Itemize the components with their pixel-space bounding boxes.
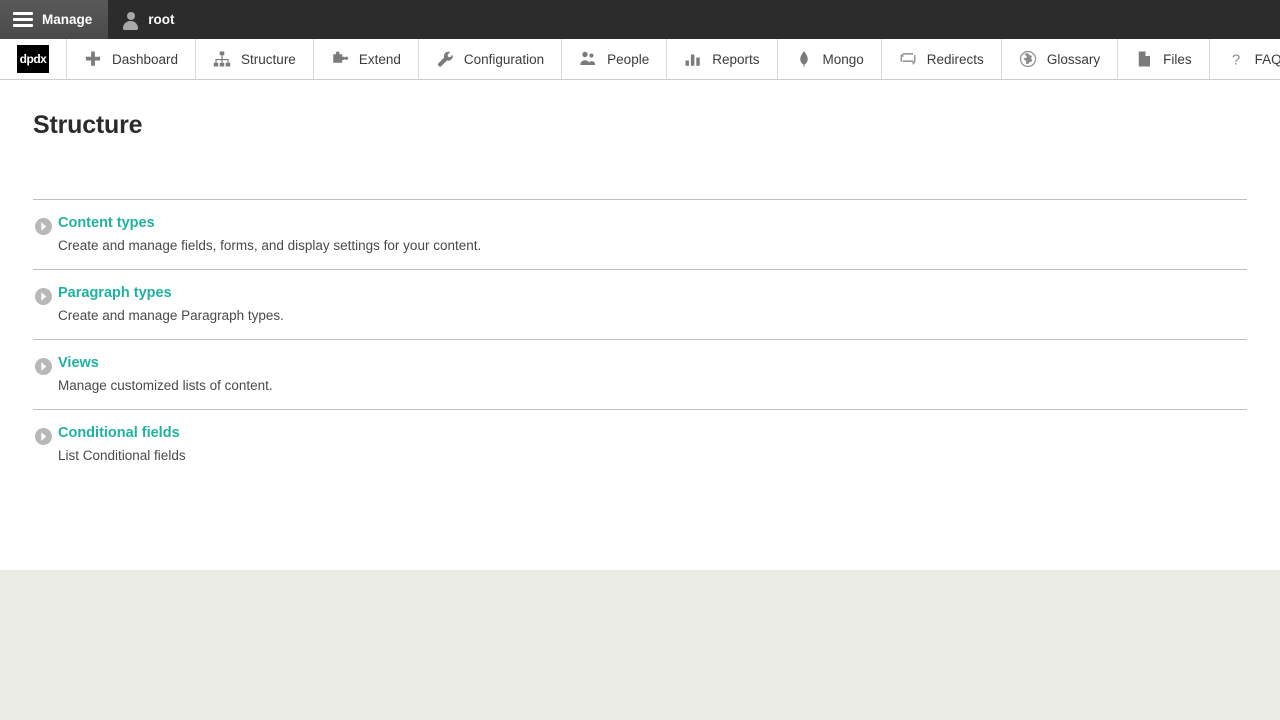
svg-text:?: ? bbox=[1231, 51, 1239, 68]
page-title: Structure bbox=[33, 111, 143, 139]
user-icon bbox=[122, 11, 139, 30]
description-views: Manage customized lists of content. bbox=[58, 378, 273, 393]
menu-label-people: People bbox=[607, 51, 650, 67]
menu-item-structure[interactable]: Structure bbox=[196, 39, 314, 79]
list-item: Content types Create and manage fields, … bbox=[33, 200, 1247, 270]
menu-item-extend[interactable]: Extend bbox=[314, 39, 419, 79]
link-views[interactable]: Views bbox=[58, 354, 99, 372]
menu-item-glossary[interactable]: Glossary bbox=[1002, 39, 1119, 79]
logo-text: dpdx bbox=[17, 45, 49, 73]
menu-label-configuration: Configuration bbox=[463, 51, 545, 67]
chevron-right-circle-icon bbox=[35, 288, 52, 305]
hamburger-icon bbox=[13, 12, 33, 27]
chevron-right-circle-icon bbox=[35, 428, 52, 445]
document-icon bbox=[1138, 51, 1151, 67]
link-paragraph-types[interactable]: Paragraph types bbox=[58, 284, 172, 302]
description-conditional-fields: List Conditional fields bbox=[58, 448, 186, 463]
menu-label-glossary: Glossary bbox=[1046, 51, 1101, 67]
footer-region bbox=[0, 570, 1280, 720]
menu-item-redirects[interactable]: Redirects bbox=[882, 39, 1002, 79]
site-logo[interactable]: dpdx bbox=[0, 39, 67, 79]
menu-item-configuration[interactable]: Configuration bbox=[419, 39, 563, 79]
description-content-types: Create and manage fields, forms, and dis… bbox=[58, 238, 482, 253]
menu-label-reports: Reports bbox=[712, 51, 760, 67]
menu-label-structure: Structure bbox=[241, 51, 296, 67]
wrench-icon bbox=[437, 51, 453, 67]
list-item: Paragraph types Create and manage Paragr… bbox=[33, 270, 1247, 340]
menu-item-faq[interactable]: ? FAQ bbox=[1210, 39, 1280, 79]
toolbar-user-label: root bbox=[148, 12, 175, 27]
menu-label-redirects: Redirects bbox=[926, 51, 984, 67]
admin-toolbar-bar: Manage root bbox=[0, 0, 1280, 39]
toolbar-tab-user[interactable]: root bbox=[108, 0, 191, 39]
admin-menu-bar: dpdx Dashboard Structure Extend Configur… bbox=[0, 39, 1280, 80]
chevron-right-circle-icon bbox=[35, 358, 52, 375]
leaf-icon bbox=[799, 51, 808, 67]
people-icon bbox=[580, 51, 596, 65]
chevron-right-circle-icon bbox=[35, 218, 52, 235]
question-mark-icon: ? bbox=[1231, 51, 1239, 68]
list-item: Views Manage customized lists of content… bbox=[33, 340, 1247, 410]
menu-item-people[interactable]: People bbox=[562, 39, 668, 79]
page-content: Structure Content types Create and manag… bbox=[0, 80, 1280, 570]
hierarchy-icon bbox=[213, 51, 231, 67]
link-content-types[interactable]: Content types bbox=[58, 214, 155, 232]
globe-icon bbox=[1019, 50, 1036, 68]
menu-label-extend: Extend bbox=[358, 51, 401, 67]
menu-item-mongo[interactable]: Mongo bbox=[778, 39, 882, 79]
menu-label-files: Files bbox=[1163, 51, 1192, 67]
swap-arrows-icon bbox=[900, 53, 916, 65]
menu-item-files[interactable]: Files bbox=[1118, 39, 1210, 79]
bar-chart-icon bbox=[685, 54, 700, 66]
menu-label-dashboard: Dashboard bbox=[112, 51, 179, 67]
admin-block-list: Content types Create and manage fields, … bbox=[0, 200, 1280, 479]
menu-label-faq: FAQ bbox=[1254, 51, 1280, 67]
description-paragraph-types: Create and manage Paragraph types. bbox=[58, 308, 284, 323]
toolbar-tab-manage[interactable]: Manage bbox=[0, 0, 109, 39]
menu-item-reports[interactable]: Reports bbox=[667, 39, 778, 79]
link-conditional-fields[interactable]: Conditional fields bbox=[58, 424, 180, 442]
toolbar-manage-label: Manage bbox=[42, 12, 93, 27]
puzzle-piece-icon bbox=[333, 51, 348, 63]
list-item: Conditional fields List Conditional fiel… bbox=[33, 410, 1247, 479]
menu-item-dashboard[interactable]: Dashboard bbox=[67, 39, 197, 79]
plus-icon bbox=[85, 51, 101, 66]
menu-label-mongo: Mongo bbox=[822, 51, 864, 67]
